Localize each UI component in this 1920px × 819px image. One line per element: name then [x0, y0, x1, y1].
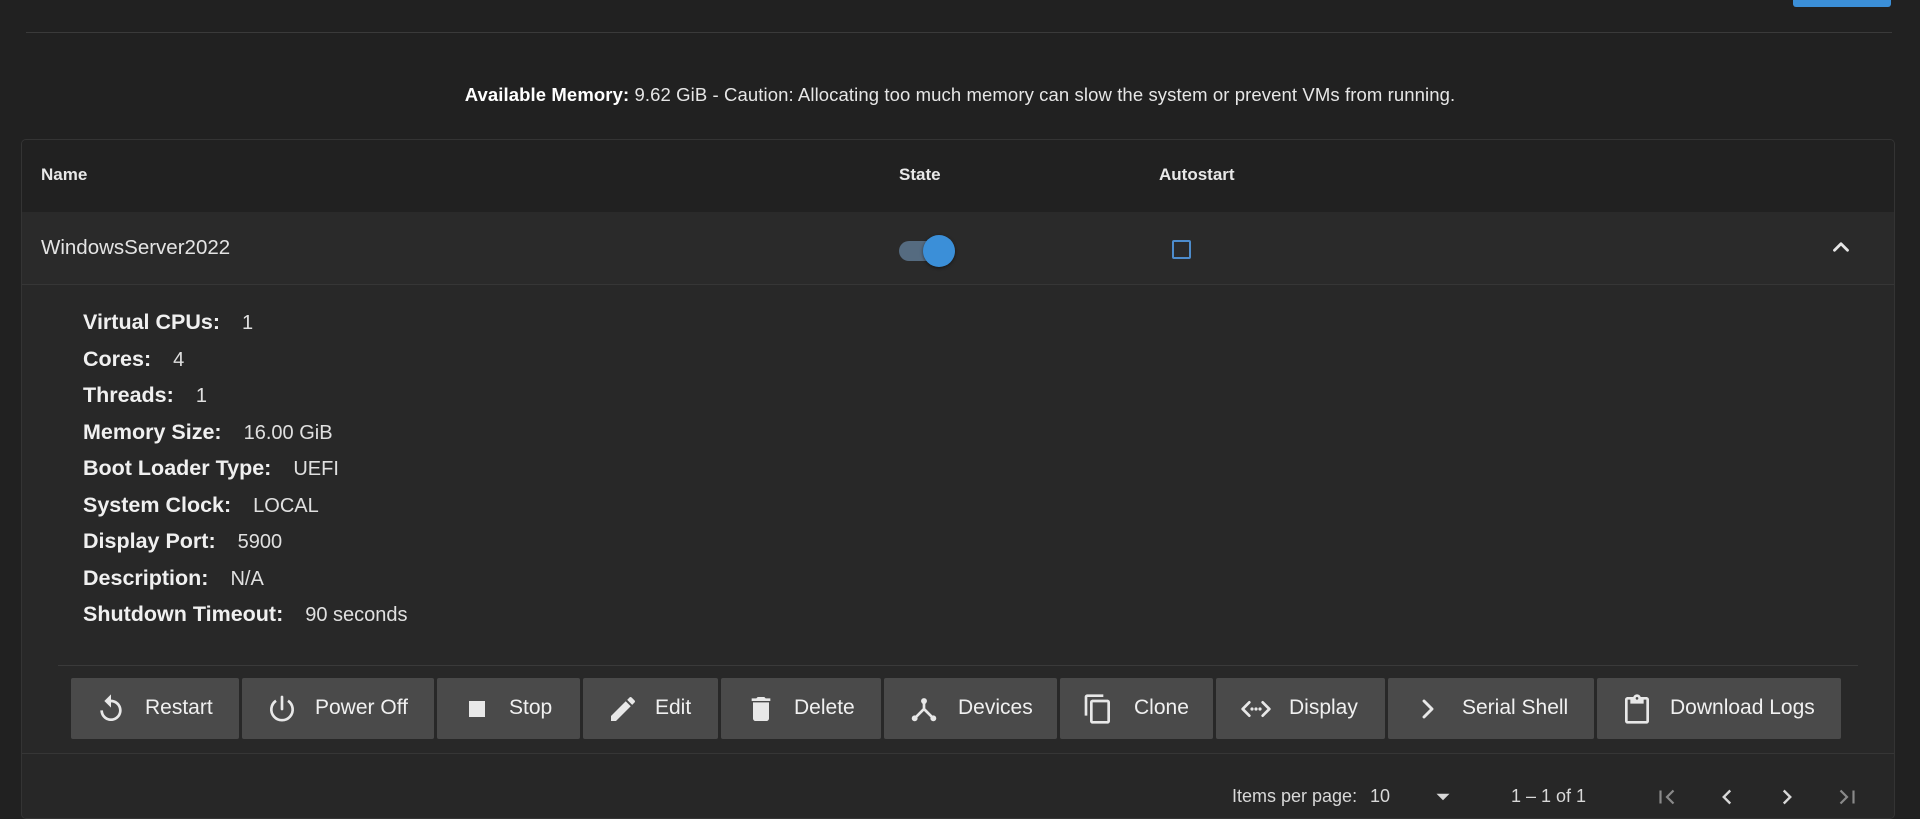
next-page-icon[interactable] [1774, 784, 1800, 810]
previous-page-icon[interactable] [1714, 784, 1740, 810]
stop-button[interactable]: Stop [437, 678, 580, 739]
pagination-bar: Items per page: 10 1 – 1 of 1 [22, 753, 1894, 818]
toggle-thumb [923, 235, 955, 267]
trash-icon [751, 697, 771, 721]
detail-cores: Cores: 4 [83, 346, 185, 371]
table-header: Name State Autostart [22, 140, 1894, 213]
clipboard-icon [1625, 694, 1649, 724]
detail-memory-size: Memory Size: 16.00 GiB [83, 419, 333, 444]
memory-note: Available Memory: 9.62 GiB - Caution: Al… [0, 84, 1920, 106]
display-button[interactable]: Display [1216, 678, 1385, 739]
dropdown-arrow-icon[interactable] [1430, 784, 1456, 810]
devices-button[interactable]: Devices [884, 678, 1057, 739]
serial-shell-button[interactable]: Serial Shell [1388, 678, 1594, 739]
clone-icon [1084, 694, 1110, 724]
detail-display-port: Display Port: 5900 [83, 529, 283, 553]
column-header-name[interactable]: Name [41, 165, 87, 185]
power-off-button[interactable]: Power Off [242, 678, 434, 739]
top-action-button[interactable] [1793, 0, 1891, 7]
first-page-icon[interactable] [1654, 784, 1680, 810]
items-per-page-select[interactable]: 10 [1370, 786, 1390, 807]
top-divider [26, 32, 1892, 33]
autostart-checkbox[interactable] [1172, 240, 1191, 259]
detail-shutdown-timeout: Shutdown Timeout: 90 seconds [83, 602, 408, 626]
detail-system-clock: System Clock: LOCAL [83, 492, 319, 517]
chevron-right-icon [1422, 699, 1434, 719]
devices-icon [911, 698, 937, 722]
download-logs-button[interactable]: Download Logs [1597, 678, 1841, 739]
details-divider [58, 665, 1858, 666]
restart-button[interactable]: Restart [71, 678, 239, 739]
table-row[interactable]: WindowsServer2022 [22, 212, 1894, 285]
vm-name: WindowsServer2022 [41, 236, 231, 259]
state-toggle[interactable] [899, 235, 955, 267]
chevron-up-icon[interactable] [1828, 234, 1854, 260]
edit-button[interactable]: Edit [583, 678, 718, 739]
delete-button[interactable]: Delete [721, 678, 881, 739]
detail-description: Description: N/A [83, 565, 264, 590]
display-icon [1241, 701, 1271, 717]
pencil-icon [611, 696, 636, 721]
clone-button[interactable]: Clone [1060, 678, 1213, 739]
memory-label: Available Memory: [464, 84, 630, 105]
items-per-page-label: Items per page: [1232, 786, 1358, 806]
detail-threads: Threads: 1 [83, 383, 207, 407]
detail-virtual-cpus: Virtual CPUs: 1 [83, 310, 254, 334]
column-header-state[interactable]: State [899, 165, 941, 185]
detail-boot-loader: Boot Loader Type: UEFI [83, 456, 339, 480]
power-icon [270, 695, 294, 722]
column-header-autostart[interactable]: Autostart [1159, 165, 1235, 185]
restart-icon [100, 694, 122, 721]
memory-text: 9.62 GiB - Caution: Allocating too much … [634, 84, 1456, 105]
vm-table: Name State Autostart WindowsServer2022 V… [21, 139, 1895, 819]
last-page-icon[interactable] [1834, 784, 1860, 810]
stop-icon [469, 701, 485, 717]
pagination-range: 1 – 1 of 1 [1511, 786, 1587, 806]
